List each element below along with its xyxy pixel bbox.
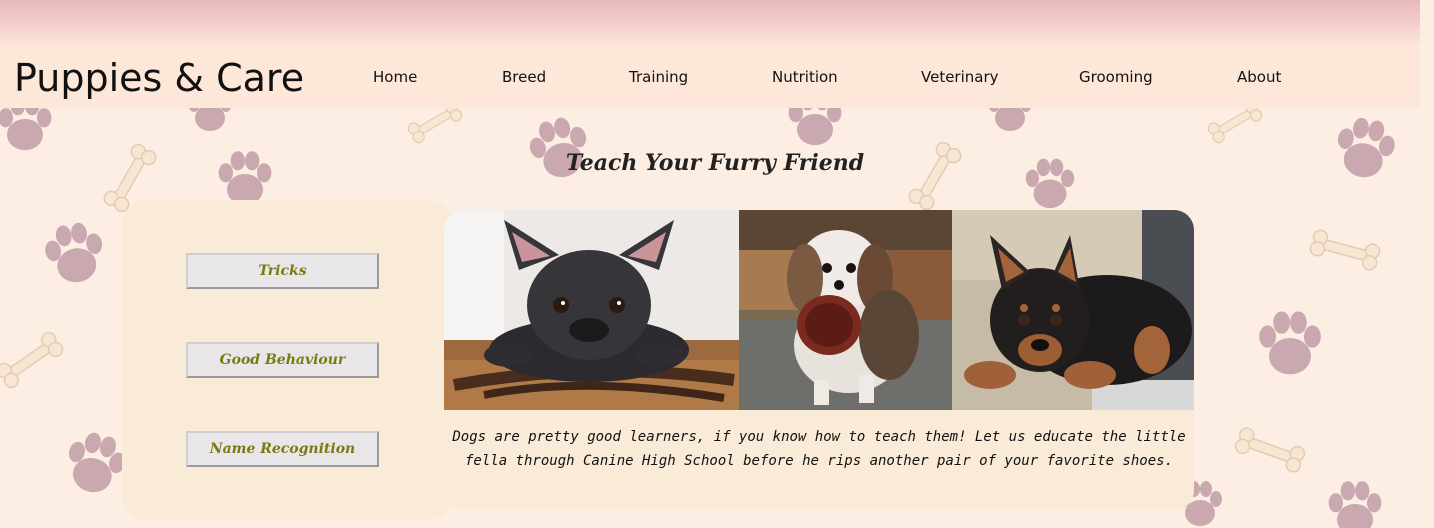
- training-topics-panel: Tricks Good Behaviour Name Recognition: [122, 200, 452, 520]
- nav-item-training[interactable]: Training: [629, 68, 688, 86]
- header-gradient-strip: [0, 0, 1420, 44]
- nav-item-veterinary[interactable]: Veterinary: [921, 68, 999, 86]
- content-card: Dogs are pretty good learners, if you kn…: [444, 210, 1194, 510]
- site-title: Puppies & Care: [14, 56, 305, 100]
- training-description: Dogs are pretty good learners, if you kn…: [452, 429, 1186, 469]
- nav-item-nutrition[interactable]: Nutrition: [772, 68, 838, 86]
- nav-item-grooming[interactable]: Grooming: [1079, 68, 1153, 86]
- page-title: Teach Your Furry Friend: [565, 150, 865, 176]
- french-bulldog-photo: [444, 210, 739, 410]
- name-recognition-button[interactable]: Name Recognition: [186, 431, 379, 467]
- nav-item-breed[interactable]: Breed: [502, 68, 546, 86]
- nav-item-about[interactable]: About: [1237, 68, 1281, 86]
- shih-tzu-puppy-photo: [739, 210, 952, 410]
- nav-item-home[interactable]: Home: [373, 68, 417, 86]
- good-behaviour-button[interactable]: Good Behaviour: [186, 342, 379, 378]
- tricks-button[interactable]: Tricks: [186, 253, 379, 289]
- rottweiler-puppy-photo: [952, 210, 1194, 410]
- top-navbar: Puppies & Care Home Breed Training Nutri…: [0, 44, 1420, 108]
